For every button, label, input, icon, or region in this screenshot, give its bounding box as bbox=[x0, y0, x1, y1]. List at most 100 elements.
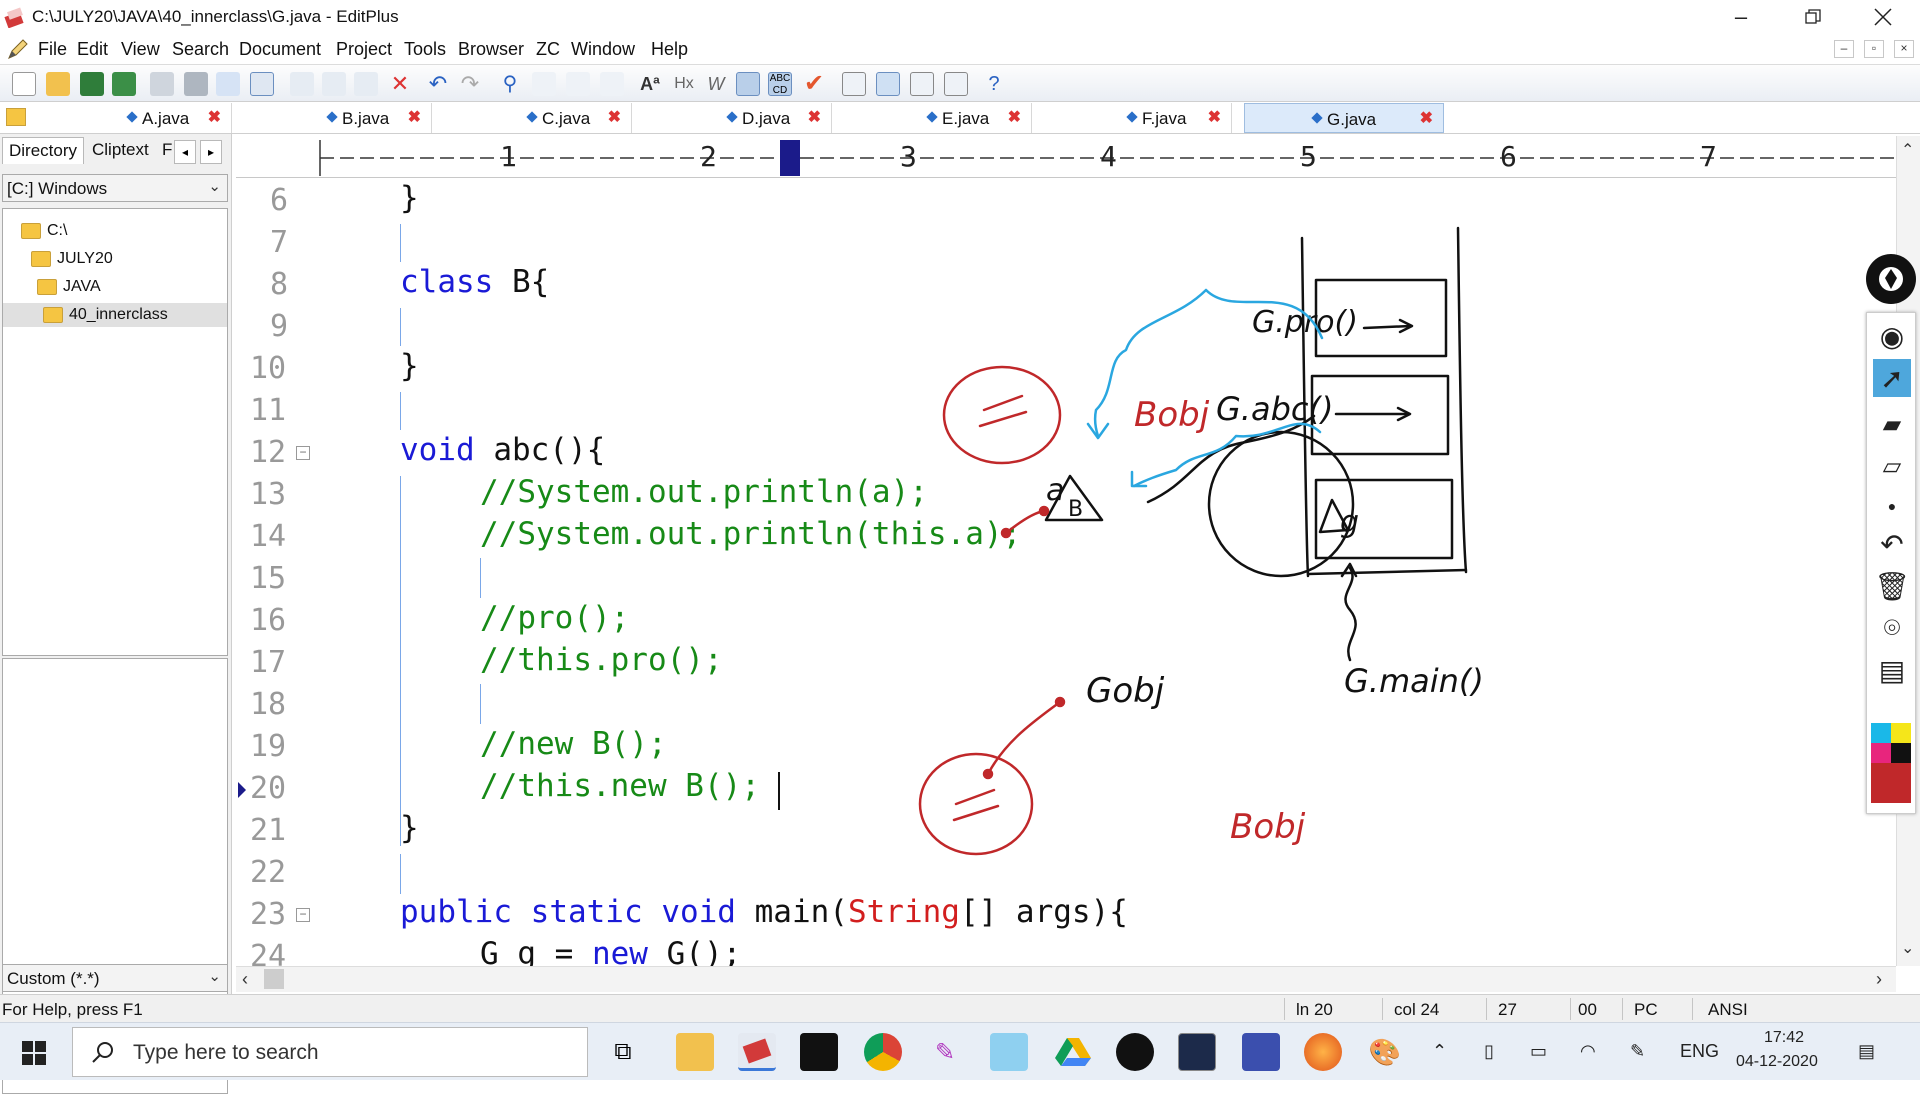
taskbar-search-box[interactable]: Type here to search bbox=[72, 1027, 588, 1077]
tab-scroll-right-button[interactable]: ▸ bbox=[200, 140, 222, 164]
tab-a-java[interactable]: A.java ✖ bbox=[32, 103, 232, 133]
replace-icon[interactable] bbox=[532, 72, 556, 96]
command-prompt-icon[interactable] bbox=[800, 1033, 838, 1071]
print-icon[interactable] bbox=[184, 72, 208, 96]
close-tab-icon[interactable]: ✖ bbox=[1008, 107, 1021, 127]
redo-icon[interactable]: ↷ bbox=[458, 72, 482, 96]
editplus-taskbar-icon[interactable] bbox=[738, 1033, 776, 1071]
close-button[interactable] bbox=[1848, 0, 1918, 34]
pen-app-taskbar-icon[interactable]: ✎ bbox=[926, 1033, 964, 1071]
highlighter-icon[interactable]: ▰ bbox=[1873, 405, 1911, 443]
find-in-files-icon[interactable] bbox=[566, 72, 590, 96]
battery-saver-icon[interactable]: ▯ bbox=[1484, 1041, 1494, 1062]
tree-item-c[interactable]: C:\ bbox=[21, 219, 67, 243]
trash-icon[interactable]: 🗑 bbox=[1873, 567, 1911, 605]
menu-document[interactable]: Document bbox=[239, 39, 321, 60]
check-icon[interactable]: ✔ bbox=[802, 72, 826, 96]
tab-b-java[interactable]: B.java ✖ bbox=[232, 103, 432, 133]
eclipse-icon[interactable] bbox=[1242, 1033, 1280, 1071]
minimize-button[interactable]: – bbox=[1706, 0, 1776, 34]
output-window-icon[interactable] bbox=[944, 72, 968, 96]
cut-icon[interactable] bbox=[290, 72, 314, 96]
color-black[interactable] bbox=[1891, 743, 1911, 763]
scroll-down-icon[interactable]: ⌄ bbox=[1901, 938, 1914, 958]
print-preview-icon[interactable] bbox=[150, 72, 174, 96]
clock-time[interactable]: 17:42 bbox=[1764, 1029, 1804, 1047]
firefox-icon[interactable] bbox=[1304, 1033, 1342, 1071]
open-folder-icon[interactable] bbox=[46, 72, 70, 96]
window-icon[interactable] bbox=[842, 72, 866, 96]
pointer-icon[interactable]: ➚ bbox=[1873, 359, 1911, 397]
font-size-icon[interactable]: Aª bbox=[638, 72, 662, 96]
paste-icon[interactable] bbox=[354, 72, 378, 96]
menu-edit[interactable]: Edit bbox=[77, 39, 108, 60]
task-view-icon[interactable]: ⧉ bbox=[604, 1033, 642, 1071]
doc-close-button[interactable]: × bbox=[1894, 40, 1914, 58]
menu-file[interactable]: File bbox=[38, 39, 67, 60]
browser-preview-icon[interactable] bbox=[910, 72, 934, 96]
tree-item-july20[interactable]: JULY20 bbox=[31, 247, 113, 271]
google-drive-icon[interactable] bbox=[1054, 1033, 1092, 1071]
mysql-icon[interactable] bbox=[1178, 1033, 1216, 1071]
color-magenta[interactable] bbox=[1871, 743, 1891, 763]
close-tab-icon[interactable]: ✖ bbox=[808, 107, 821, 127]
word-wrap-toggle-icon[interactable]: W bbox=[704, 72, 728, 96]
abc-cd-icon[interactable]: ABC CD bbox=[768, 72, 792, 96]
pen-app-logo-taskbar-icon[interactable] bbox=[1116, 1033, 1154, 1071]
color-cyan[interactable] bbox=[1871, 723, 1891, 743]
close-tab-icon[interactable]: ✖ bbox=[608, 107, 621, 127]
folder-icon[interactable] bbox=[6, 108, 26, 126]
menu-help[interactable]: Help bbox=[651, 39, 688, 60]
tab-f-java[interactable]: F.java ✖ bbox=[1032, 103, 1232, 133]
camera-icon[interactable]: ⌾ bbox=[1873, 609, 1911, 647]
word-wrap-icon[interactable] bbox=[250, 72, 274, 96]
pen-size-icon[interactable]: ● bbox=[1873, 487, 1911, 525]
eye-icon[interactable]: ◉ bbox=[1873, 317, 1911, 355]
tab-f[interactable]: F bbox=[162, 140, 172, 160]
menu-search[interactable]: Search bbox=[172, 39, 229, 60]
drive-select[interactable]: [C:] Windows ⌄ bbox=[2, 174, 228, 202]
save-all-icon[interactable] bbox=[112, 72, 136, 96]
notifications-icon[interactable]: ▤ bbox=[1858, 1041, 1875, 1062]
chrome-icon[interactable] bbox=[864, 1033, 902, 1071]
clock-date[interactable]: 04-12-2020 bbox=[1736, 1053, 1818, 1071]
file-explorer-icon[interactable] bbox=[676, 1033, 714, 1071]
menu-window[interactable]: Window bbox=[571, 39, 635, 60]
undo-icon[interactable]: ↶ bbox=[426, 72, 450, 96]
tree-item-40-innerclass[interactable]: 40_innerclass bbox=[3, 303, 227, 327]
tab-g-java[interactable]: G.java ✖ bbox=[1244, 103, 1444, 133]
menu-browser[interactable]: Browser bbox=[458, 39, 524, 60]
menu-view[interactable]: View bbox=[121, 39, 160, 60]
tab-directory[interactable]: Directory bbox=[2, 137, 85, 164]
tab-c-java[interactable]: C.java ✖ bbox=[432, 103, 632, 133]
menu-project[interactable]: Project bbox=[336, 39, 392, 60]
language-indicator[interactable]: ENG bbox=[1680, 1041, 1719, 1062]
scroll-up-icon[interactable]: ⌃ bbox=[1901, 140, 1914, 160]
color-yellow[interactable] bbox=[1891, 723, 1911, 743]
scroll-right-icon[interactable]: › bbox=[1876, 969, 1882, 990]
close-tab-icon[interactable]: ✖ bbox=[208, 107, 221, 127]
code-editor[interactable]: 6 7 8 9 10 11 12 13 14 15 16 17 18 19 20… bbox=[236, 180, 1894, 966]
tab-cliptext[interactable]: Cliptext bbox=[92, 140, 149, 160]
close-tab-icon[interactable]: ✖ bbox=[1420, 108, 1433, 128]
scroll-left-icon[interactable]: ‹ bbox=[242, 969, 248, 990]
color-red-selected[interactable] bbox=[1871, 763, 1911, 803]
spellcheck-icon[interactable] bbox=[216, 72, 240, 96]
doc-restore-button[interactable]: ▫ bbox=[1864, 40, 1884, 58]
eraser-icon[interactable]: ▱ bbox=[1873, 447, 1911, 485]
save-icon[interactable] bbox=[80, 72, 104, 96]
tab-e-java[interactable]: E.java ✖ bbox=[832, 103, 1032, 133]
menu-tools[interactable]: Tools bbox=[404, 39, 446, 60]
tab-d-java[interactable]: D.java ✖ bbox=[632, 103, 832, 133]
wifi-icon[interactable]: ◠ bbox=[1580, 1041, 1596, 1062]
tree-item-java[interactable]: JAVA bbox=[37, 275, 101, 299]
hex-icon[interactable]: Hx bbox=[672, 72, 696, 96]
help-icon[interactable]: ? bbox=[982, 72, 1006, 96]
paint-icon[interactable]: 🎨 bbox=[1366, 1033, 1404, 1071]
find-icon[interactable]: ⚲ bbox=[498, 72, 522, 96]
pen-app-logo-icon[interactable] bbox=[1866, 254, 1916, 304]
restore-button[interactable] bbox=[1778, 0, 1848, 34]
file-filter-select[interactable]: Custom (*.*) ⌄ bbox=[2, 964, 228, 992]
copy-icon[interactable] bbox=[322, 72, 346, 96]
menu-zc[interactable]: ZC bbox=[536, 39, 560, 60]
